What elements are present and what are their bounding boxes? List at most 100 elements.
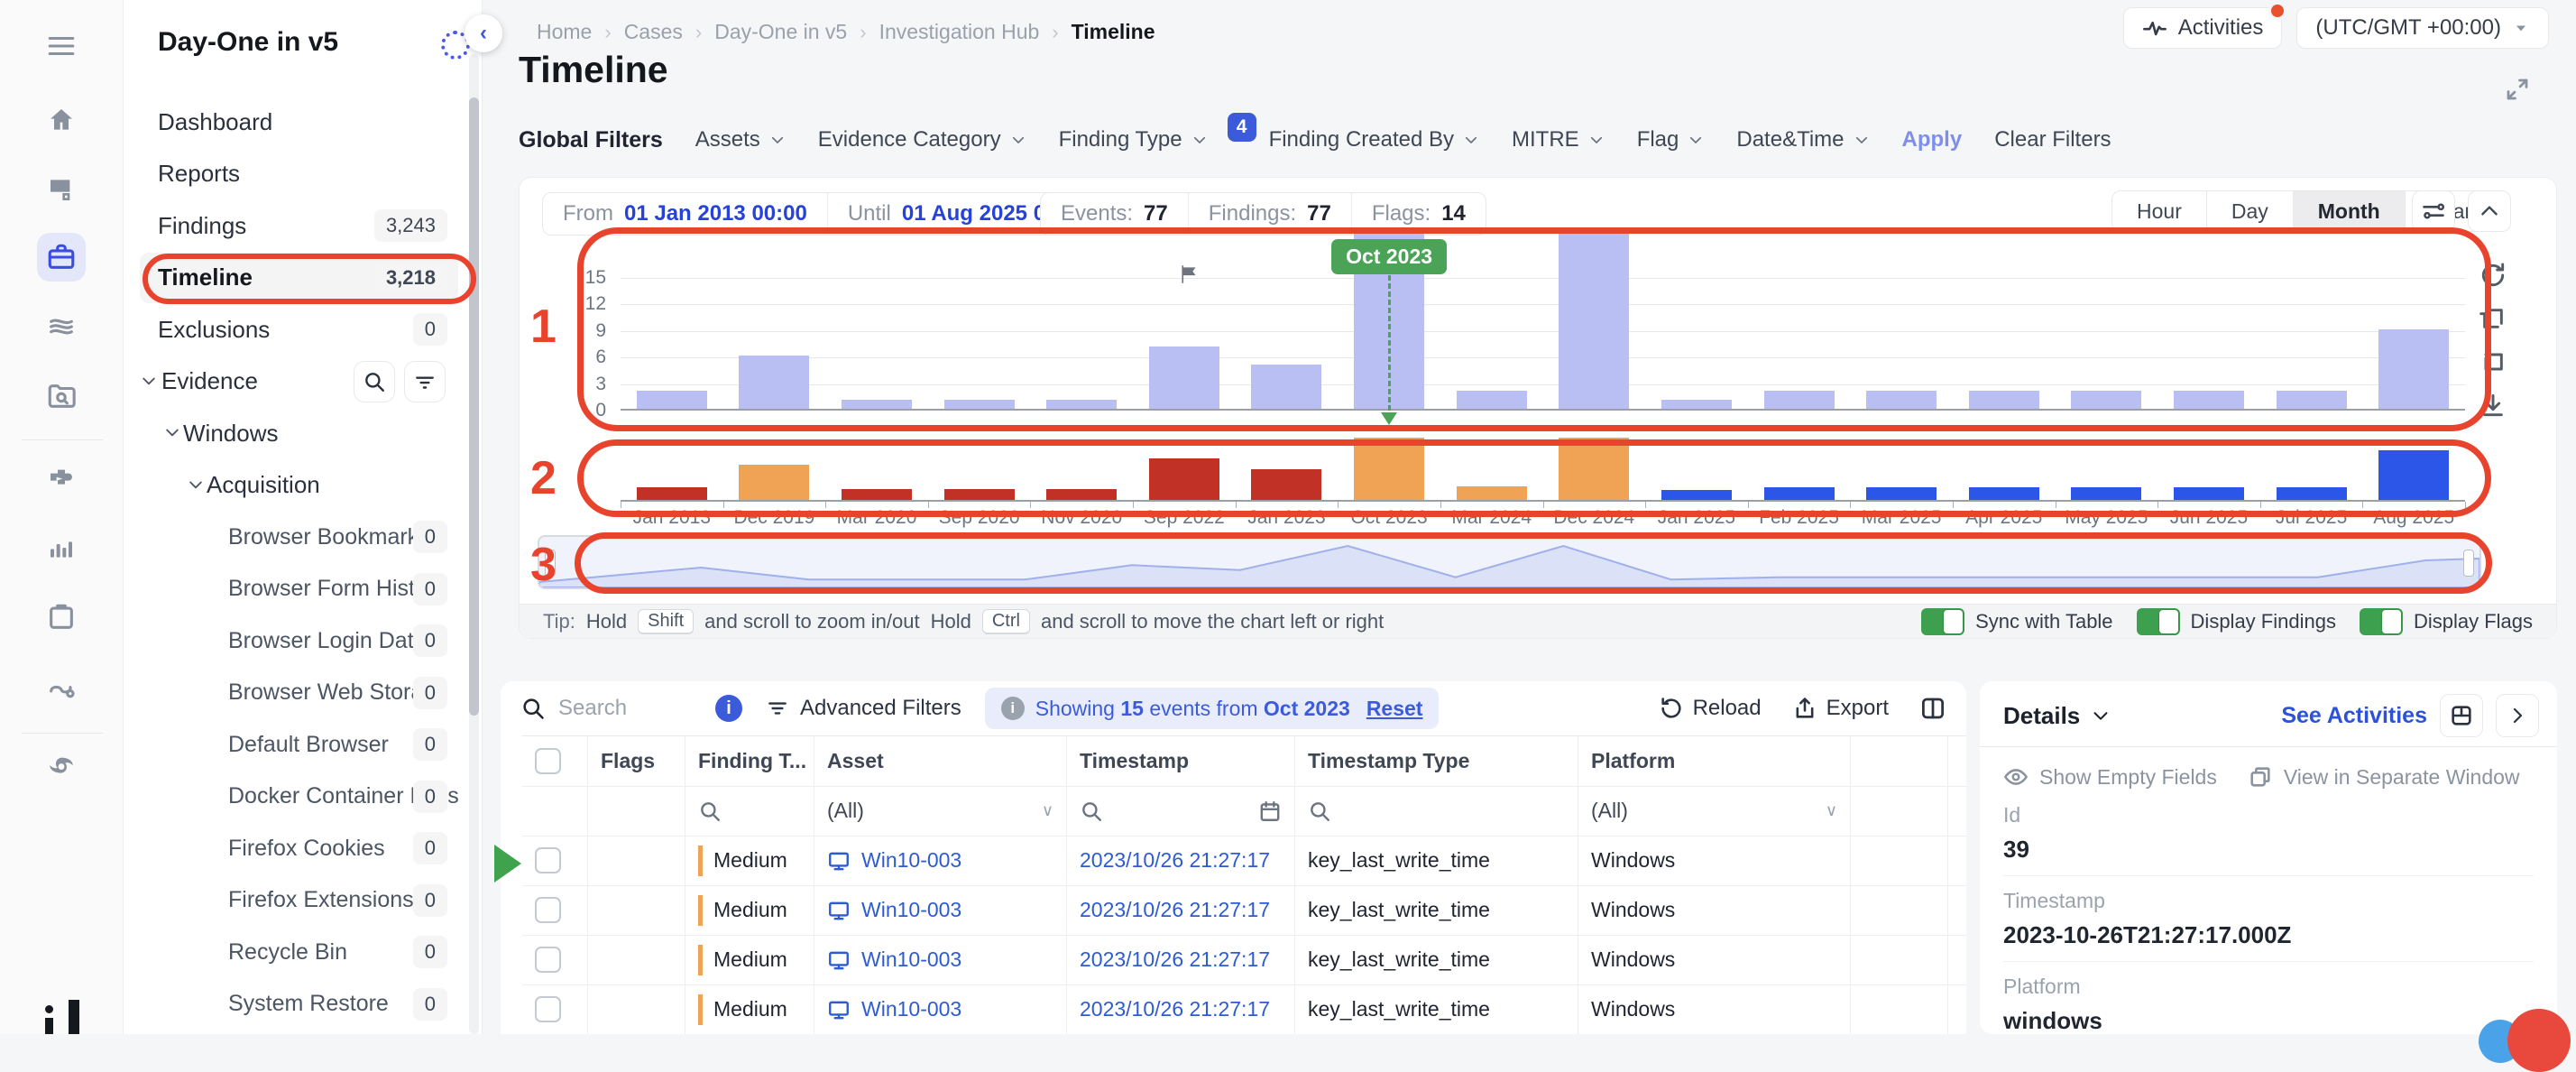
toggle-display-findings[interactable]: Display Findings	[2137, 608, 2336, 635]
event-bar-mar-2020[interactable]	[842, 400, 912, 409]
event-bar-jul-2025[interactable]	[2277, 391, 2347, 409]
bar-chart-icon[interactable]	[37, 523, 86, 572]
columns-button[interactable]	[1919, 695, 1946, 722]
sidebar-item-exclusions[interactable]: Exclusions0	[140, 304, 458, 355]
date-range-group[interactable]: From01 Jan 2013 00:00Until01 Aug 2025 00…	[542, 192, 1109, 236]
search-info-icon[interactable]: i	[715, 695, 742, 722]
asset-cell[interactable]: Win10-003	[814, 836, 1067, 885]
sidebar-item-system-restore[interactable]: System Restore0	[140, 979, 458, 1030]
timezone-select[interactable]: (UTC/GMT +00:00)	[2296, 7, 2549, 49]
event-bar-mar-2024[interactable]	[1457, 391, 1527, 409]
strip-bar-aug-2025[interactable]	[2378, 450, 2449, 500]
sidebar-item-firefox-cookies[interactable]: Firefox Cookies0	[140, 823, 458, 873]
assets-icon[interactable]	[37, 165, 86, 214]
timestamp-cell[interactable]: 2023/10/26 21:27:17	[1067, 836, 1295, 885]
col-filter[interactable]	[588, 786, 685, 836]
strip-bar-dec-2024[interactable]	[1559, 438, 1629, 500]
strip-bar-oct-2023[interactable]	[1354, 438, 1424, 500]
interval-month[interactable]: Month	[2293, 191, 2405, 231]
col-header[interactable]	[1851, 736, 1948, 786]
breadcrumb-item[interactable]: Cases	[624, 20, 683, 44]
filter-dropdown-finding-type[interactable]: Finding Type	[1059, 127, 1208, 152]
sidebar-item-browser-form-history[interactable]: Browser Form History0	[140, 564, 458, 615]
export-button[interactable]: Export	[1792, 696, 1889, 721]
chart-settings-button[interactable]	[2412, 190, 2455, 232]
interval-day[interactable]: Day	[2206, 191, 2293, 231]
evidence-filter-button[interactable]	[404, 361, 446, 402]
collapse-chart-button[interactable]	[2468, 190, 2511, 232]
panel-layout-button[interactable]	[2440, 694, 2483, 737]
timestamp-link[interactable]: 2023/10/26 21:27:17	[1080, 898, 1270, 922]
event-bar-dec-2024[interactable]	[1559, 230, 1629, 409]
findings-flags-strip[interactable]	[621, 439, 2465, 502]
chat-bubble-button[interactable]	[2507, 1009, 2571, 1072]
filter-dropdown-finding-created-by[interactable]: Finding Created By	[1269, 127, 1479, 152]
reload-button[interactable]: Reload	[1659, 696, 1762, 721]
filter-dropdown-assets[interactable]: Assets	[695, 127, 786, 152]
sidebar-item-docker-container-logs[interactable]: Docker Container Logs0	[140, 772, 458, 822]
filter-dropdown-evidence-category[interactable]: Evidence Category	[818, 127, 1026, 152]
sidebar-item-findings[interactable]: Findings3,243	[140, 200, 458, 251]
hurricane-icon[interactable]	[37, 744, 86, 792]
strip-bar-feb-2025[interactable]	[1764, 487, 1835, 500]
strip-bar-may-2025[interactable]	[2071, 487, 2141, 500]
col-header-finding-t-[interactable]: Finding T...	[685, 736, 814, 786]
row-checkbox-cell[interactable]	[522, 836, 588, 885]
sidebar-item-browser-bookmarks[interactable]: Browser Bookmarks0	[140, 512, 458, 562]
advanced-filters-button[interactable]: Advanced Filters	[766, 696, 961, 721]
strip-bar-mar-2024[interactable]	[1457, 486, 1527, 500]
sidebar-item-reports[interactable]: Reports	[140, 149, 458, 199]
apply-filters-button[interactable]: Apply	[1902, 127, 1963, 152]
strip-bar-jan-2013[interactable]	[637, 487, 707, 500]
asset-link[interactable]: Win10-003	[861, 947, 961, 972]
flow-icon[interactable]	[37, 664, 86, 713]
sidebar-item-dashboard[interactable]: Dashboard	[140, 97, 458, 147]
strip-bar-jul-2025[interactable]	[2277, 487, 2347, 500]
integrations-icon[interactable]	[37, 454, 86, 503]
toggle-switch[interactable]	[1921, 608, 1964, 635]
row-checkbox[interactable]	[535, 847, 561, 873]
filter-dropdown-mitre[interactable]: MITRE	[1512, 127, 1605, 152]
timestamp-cell[interactable]: 2023/10/26 21:27:17	[1067, 935, 1295, 984]
evidence-search-button[interactable]	[354, 361, 395, 402]
asset-cell[interactable]: Win10-003	[814, 885, 1067, 935]
row-checkbox[interactable]	[535, 947, 561, 973]
strip-bar-jun-2025[interactable]	[2174, 487, 2244, 500]
sidebar-item-recycle-bin[interactable]: Recycle Bin0	[140, 927, 458, 977]
strip-bar-mar-2025[interactable]	[1866, 487, 1937, 500]
asset-link[interactable]: Win10-003	[861, 848, 961, 873]
hamburger-menu-icon[interactable]	[37, 22, 86, 70]
chart-navigator[interactable]	[538, 535, 2481, 589]
asset-cell[interactable]: Win10-003	[814, 984, 1067, 1034]
row-checkbox-cell[interactable]	[522, 885, 588, 935]
strip-bar-mar-2020[interactable]	[842, 489, 912, 500]
strip-bar-jan-2025[interactable]	[1661, 490, 1732, 500]
see-activities-link[interactable]: See Activities	[2281, 703, 2427, 729]
expand-icon[interactable]	[2504, 76, 2531, 103]
breadcrumb-item[interactable]: Timeline	[1072, 20, 1155, 44]
row-checkbox[interactable]	[535, 996, 561, 1022]
sidebar-item-firefox-extensions[interactable]: Firefox Extensions0	[140, 875, 458, 926]
asset-link[interactable]: Win10-003	[861, 997, 961, 1021]
select-all-filter[interactable]: (All)∨	[1578, 786, 1851, 836]
col-filter[interactable]	[1851, 786, 1948, 836]
toggle-display-flags[interactable]: Display Flags	[2360, 608, 2533, 635]
asset-cell[interactable]: Win10-003	[814, 935, 1067, 984]
undo-zoom-icon[interactable]	[2479, 347, 2507, 376]
event-bar-dec-2019[interactable]	[739, 356, 809, 409]
breadcrumb-item[interactable]: Investigation Hub	[879, 20, 1040, 44]
view-separate-window-button[interactable]: View in Separate Window	[2248, 764, 2520, 790]
timestamp-cell[interactable]: 2023/10/26 21:27:17	[1067, 885, 1295, 935]
row-checkbox-cell[interactable]	[522, 935, 588, 984]
select-all-checkbox[interactable]	[535, 748, 561, 774]
interval-hour[interactable]: Hour	[2112, 191, 2206, 231]
filter-dropdown-flag[interactable]: Flag	[1637, 127, 1705, 152]
event-bar-aug-2025[interactable]	[2378, 329, 2449, 409]
timestamp-link[interactable]: 2023/10/26 21:27:17	[1080, 997, 1270, 1021]
timestamp-link[interactable]: 2023/10/26 21:27:17	[1080, 947, 1270, 972]
col-header-flags[interactable]: Flags	[588, 736, 685, 786]
refresh-chart-icon[interactable]	[2479, 261, 2507, 290]
timestamp-filter[interactable]	[1067, 786, 1295, 836]
download-chart-icon[interactable]	[2479, 391, 2507, 420]
clear-filters-button[interactable]: Clear Filters	[1994, 127, 2111, 152]
